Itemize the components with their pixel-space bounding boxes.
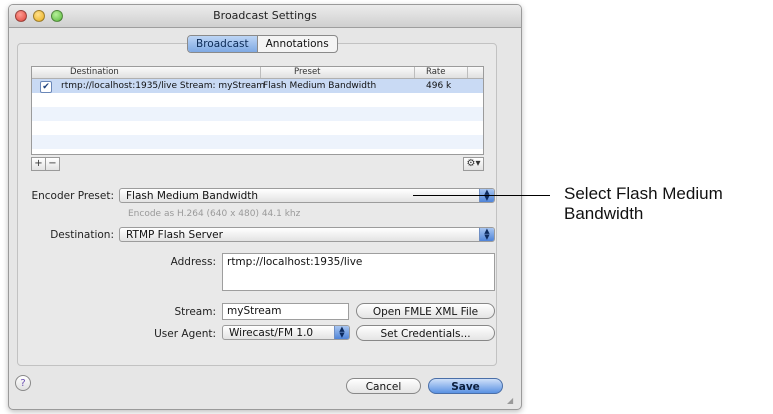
address-field[interactable]: rtmp://localhost:1935/live (222, 253, 495, 291)
user-agent-value: Wirecast/FM 1.0 (229, 327, 314, 339)
popup-arrows-icon: ▲ ▼ (479, 228, 494, 241)
popup-arrows-icon: ▲ ▼ (334, 326, 349, 339)
row-destination: rtmp://localhost:1935/live Stream: myStr… (61, 81, 266, 91)
help-icon[interactable]: ? (15, 375, 31, 391)
column-header-destination[interactable]: Destination (70, 67, 119, 78)
tab-bar: Broadcast Annotations (187, 35, 338, 53)
destination-popup[interactable]: RTMP Flash Server ▲ ▼ (119, 227, 495, 242)
resize-grip-icon[interactable]: ◢ (507, 396, 517, 406)
callout-text: Select Flash Medium Bandwidth (564, 184, 723, 223)
title-bar[interactable]: Broadcast Settings (9, 5, 521, 28)
column-header-rate[interactable]: Rate (426, 67, 446, 78)
remove-destination-button[interactable]: − (45, 157, 60, 171)
column-divider (467, 67, 468, 78)
set-credentials-button[interactable]: Set Credentials... (356, 325, 495, 341)
row-enabled-checkbox[interactable]: ✔ (40, 81, 52, 93)
tab-annotations[interactable]: Annotations (258, 36, 337, 52)
user-agent-popup[interactable]: Wirecast/FM 1.0 ▲ ▼ (222, 325, 350, 340)
save-button[interactable]: Save (428, 378, 503, 394)
encoder-hint-text: Encode as H.264 (640 x 480) 44.1 khz (128, 209, 301, 219)
window-title: Broadcast Settings (213, 9, 317, 22)
table-row-empty (32, 107, 483, 121)
table-header: Destination Preset Rate (32, 67, 483, 79)
callout-leader-line (413, 195, 550, 196)
encoder-preset-label: Encoder Preset: (31, 190, 114, 202)
column-divider (260, 67, 261, 78)
cancel-button[interactable]: Cancel (346, 378, 421, 394)
column-divider (414, 67, 415, 78)
destination-value: RTMP Flash Server (126, 229, 223, 241)
table-row-empty (32, 121, 483, 135)
user-agent-label: User Agent: (154, 328, 216, 340)
encoder-preset-value: Flash Medium Bandwidth (126, 190, 259, 202)
tab-broadcast[interactable]: Broadcast (188, 36, 258, 52)
row-preset: Flash Medium Bandwidth (263, 81, 377, 91)
gear-menu-icon[interactable]: ⚙▾ (463, 157, 484, 171)
column-header-preset[interactable]: Preset (294, 67, 321, 78)
destination-table: Destination Preset Rate ✔ rtmp://localho… (31, 66, 484, 155)
address-label: Address: (170, 256, 216, 268)
open-fmle-xml-button[interactable]: Open FMLE XML File (356, 303, 495, 319)
table-row[interactable]: ✔ rtmp://localhost:1935/live Stream: myS… (32, 79, 483, 93)
stream-label: Stream: (174, 306, 216, 318)
stream-field[interactable]: myStream (222, 303, 349, 320)
row-rate: 496 k (426, 81, 452, 91)
table-row-empty (32, 135, 483, 149)
add-destination-button[interactable]: + (31, 157, 46, 171)
destination-label: Destination: (50, 229, 114, 241)
table-row-empty (32, 93, 483, 107)
